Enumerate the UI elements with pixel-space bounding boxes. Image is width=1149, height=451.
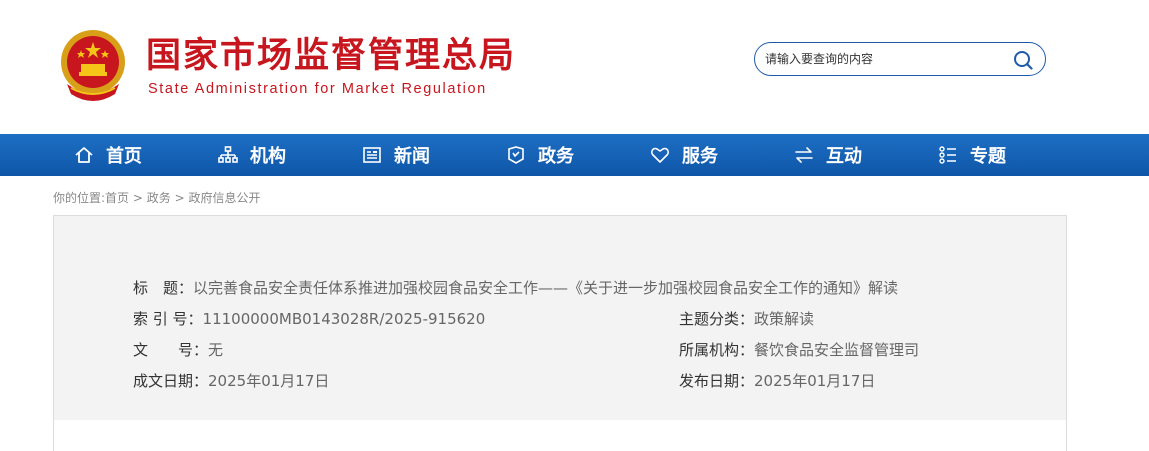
breadcrumb-separator: > <box>132 191 143 205</box>
topic-label: 主题分类： <box>679 310 755 328</box>
document-content-area <box>53 420 1067 451</box>
organization-label: 所属机构： <box>679 341 755 359</box>
info-row-index: 索 引 号：11100000MB0143028R/2025-915620 <box>133 309 485 329</box>
nav-item-label: 政务 <box>538 146 574 167</box>
org-chart-icon <box>217 144 239 166</box>
site-header: 国家市场监督管理总局 State Administration for Mark… <box>0 0 1149 134</box>
exchange-arrows-icon <box>793 144 815 166</box>
breadcrumb: 你的位置:首页 > 政务 > 政府信息公开 <box>53 189 261 206</box>
nav-item-label: 新闻 <box>394 146 430 167</box>
nav-item-organization[interactable]: 机构 <box>217 134 286 176</box>
breadcrumb-info-disclosure-link[interactable]: 政府信息公开 <box>189 191 261 205</box>
site-title[interactable]: 国家市场监督管理总局 <box>146 36 516 76</box>
index-label: 索 引 号： <box>133 310 203 328</box>
national-emblem-icon[interactable] <box>57 28 129 104</box>
search-icon[interactable] <box>1013 50 1033 70</box>
published-date-value: 2025年01月17日 <box>754 372 876 390</box>
nav-item-service[interactable]: 服务 <box>649 134 718 176</box>
breadcrumb-government-link[interactable]: 政务 <box>147 191 171 205</box>
title-label: 标 题： <box>133 279 194 297</box>
info-row-created-date: 成文日期：2025年01月17日 <box>133 371 329 391</box>
doc-number-value: 无 <box>208 341 224 359</box>
news-icon <box>361 144 383 166</box>
government-affairs-icon <box>505 144 527 166</box>
main-nav: 首页 机构 新闻 政务 服务 互动 专题 <box>0 134 1149 176</box>
nav-item-home[interactable]: 首页 <box>73 134 142 176</box>
title-value: 以完善食品安全责任体系推进加强校园食品安全工作——《关于进一步加强校园食品安全工… <box>193 279 899 297</box>
nav-item-government[interactable]: 政务 <box>505 134 574 176</box>
nav-item-label: 服务 <box>682 146 718 167</box>
nav-item-label: 机构 <box>250 146 286 167</box>
heart-icon <box>649 144 671 166</box>
search-box <box>754 42 1046 76</box>
organization-value: 餐饮食品安全监督管理司 <box>754 341 920 359</box>
info-row-published-date: 发布日期：2025年01月17日 <box>679 371 875 391</box>
index-value: 11100000MB0143028R/2025-915620 <box>202 310 486 328</box>
created-date-label: 成文日期： <box>133 372 209 390</box>
topic-value: 政策解读 <box>754 310 815 328</box>
info-row-title: 标 题：以完善食品安全责任体系推进加强校园食品安全工作——《关于进一步加强校园食… <box>133 278 898 298</box>
created-date-value: 2025年01月17日 <box>208 372 330 390</box>
home-icon <box>73 144 95 166</box>
doc-number-label: 文 号： <box>133 341 209 359</box>
published-date-label: 发布日期： <box>679 372 755 390</box>
search-input[interactable] <box>765 49 1005 69</box>
nav-item-label: 互动 <box>826 146 862 167</box>
nav-item-label: 首页 <box>106 146 142 167</box>
nav-item-interaction[interactable]: 互动 <box>793 134 862 176</box>
info-row-doc-number: 文 号：无 <box>133 340 223 360</box>
nav-item-news[interactable]: 新闻 <box>361 134 430 176</box>
nav-item-topics[interactable]: 专题 <box>937 134 1006 176</box>
info-row-topic: 主题分类：政策解读 <box>679 309 814 329</box>
breadcrumb-home-link[interactable]: 首页 <box>105 191 129 205</box>
breadcrumb-separator: > <box>174 191 185 205</box>
info-row-organization: 所属机构：餐饮食品安全监督管理司 <box>679 340 919 360</box>
topics-icon <box>937 144 959 166</box>
breadcrumb-prefix: 你的位置: <box>53 191 106 205</box>
nav-item-label: 专题 <box>970 146 1006 167</box>
page: 国家市场监督管理总局 State Administration for Mark… <box>0 0 1149 451</box>
site-subtitle: State Administration for Market Regulati… <box>148 81 487 97</box>
